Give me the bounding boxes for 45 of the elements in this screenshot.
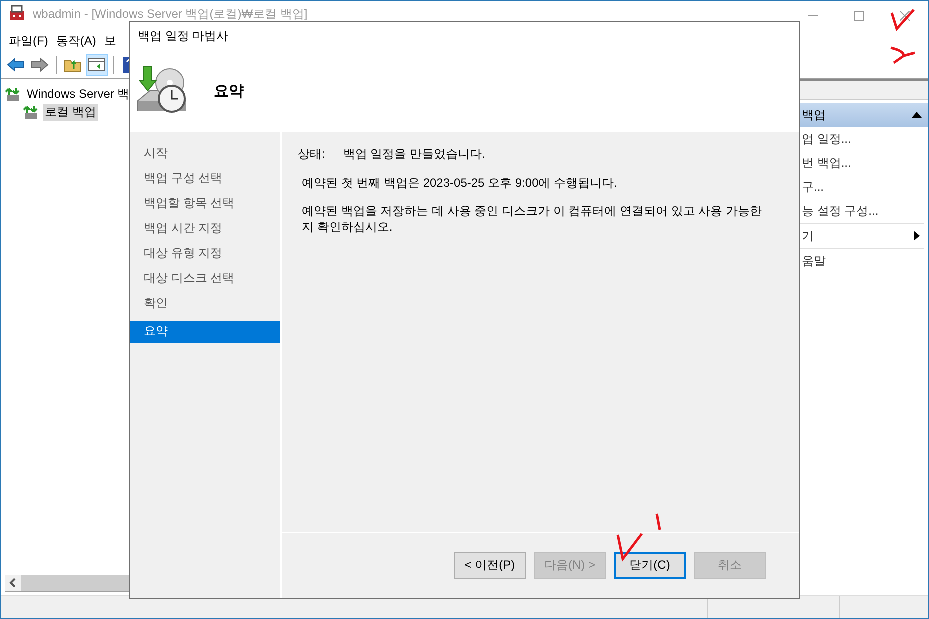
action-link[interactable]: 업 일정... — [802, 130, 852, 148]
submenu-arrow-icon[interactable] — [914, 231, 920, 241]
handwritten-mark — [890, 46, 916, 64]
wizard-button[interactable]: 닫기(C) — [614, 552, 686, 579]
toolbox-icon — [9, 5, 25, 21]
action-link[interactable]: 구... — [802, 178, 824, 196]
message-text: 예약된 첫 번째 백업은 2023-05-25 오후 9:00에 수행됩니다. — [301, 175, 618, 191]
wizard-step[interactable]: 시작 — [130, 144, 280, 169]
scroll-left-icon[interactable] — [9, 578, 17, 588]
page-heading: 요약 — [214, 82, 244, 100]
wizard-step[interactable]: 대상 유형 지정 — [130, 244, 280, 269]
wizard-step[interactable]: 요약 — [130, 321, 280, 343]
wizard-step[interactable]: 대상 디스크 선택 — [130, 269, 280, 294]
wizard-step[interactable]: 백업 구성 선택 — [130, 169, 280, 194]
handwritten-mark — [656, 514, 662, 530]
backup-node-icon — [23, 104, 39, 120]
close-icon — [900, 10, 910, 20]
status-label: 상태: — [298, 146, 326, 163]
window-title: wbadmin - [Windows Server 백업(로컬)₩로컬 백업] — [33, 7, 308, 21]
collapse-icon[interactable] — [912, 112, 922, 118]
message-text: 예약된 백업을 저장하는 데 사용 중인 디스크가 이 컴퓨터에 연결되어 있고 사용 가능한지 확인하십시오. — [301, 203, 764, 235]
status-value: 백업 일정을 만들었습니다. — [343, 146, 486, 163]
wizard-step[interactable]: 백업할 항목 선택 — [130, 194, 280, 219]
action-link[interactable]: 기 — [802, 228, 814, 244]
pane-toggle-icon[interactable] — [88, 57, 106, 73]
forward-arrow-icon[interactable] — [31, 57, 49, 73]
wizard-step[interactable]: 확인 — [130, 294, 280, 319]
handwritten-check-mark — [890, 9, 915, 32]
wizard-button[interactable]: < 이전(P) — [454, 552, 526, 579]
back-arrow-icon[interactable] — [7, 57, 25, 73]
menu-item[interactable]: 보 — [100, 32, 120, 50]
action-link[interactable]: 능 설정 구성... — [802, 202, 879, 220]
action-link[interactable]: 움말 — [802, 252, 826, 270]
section-title: 백업 — [802, 106, 826, 124]
menu-item[interactable]: 파일(F) — [5, 32, 52, 50]
wizard-step[interactable]: 백업 시간 지정 — [130, 219, 280, 244]
menu-item[interactable]: 동작(A) — [52, 32, 100, 50]
handwritten-check-mark — [616, 533, 643, 562]
tree-item[interactable]: Windows Server 백 — [25, 86, 132, 102]
tree-item[interactable]: 로컬 백업 — [43, 104, 98, 120]
folder-up-icon[interactable] — [64, 57, 82, 73]
dialog-title: 백업 일정 마법사 — [138, 28, 229, 44]
action-link[interactable]: 번 백업... — [802, 154, 852, 172]
maximize-icon — [854, 10, 864, 20]
backup-node-icon — [5, 86, 21, 102]
